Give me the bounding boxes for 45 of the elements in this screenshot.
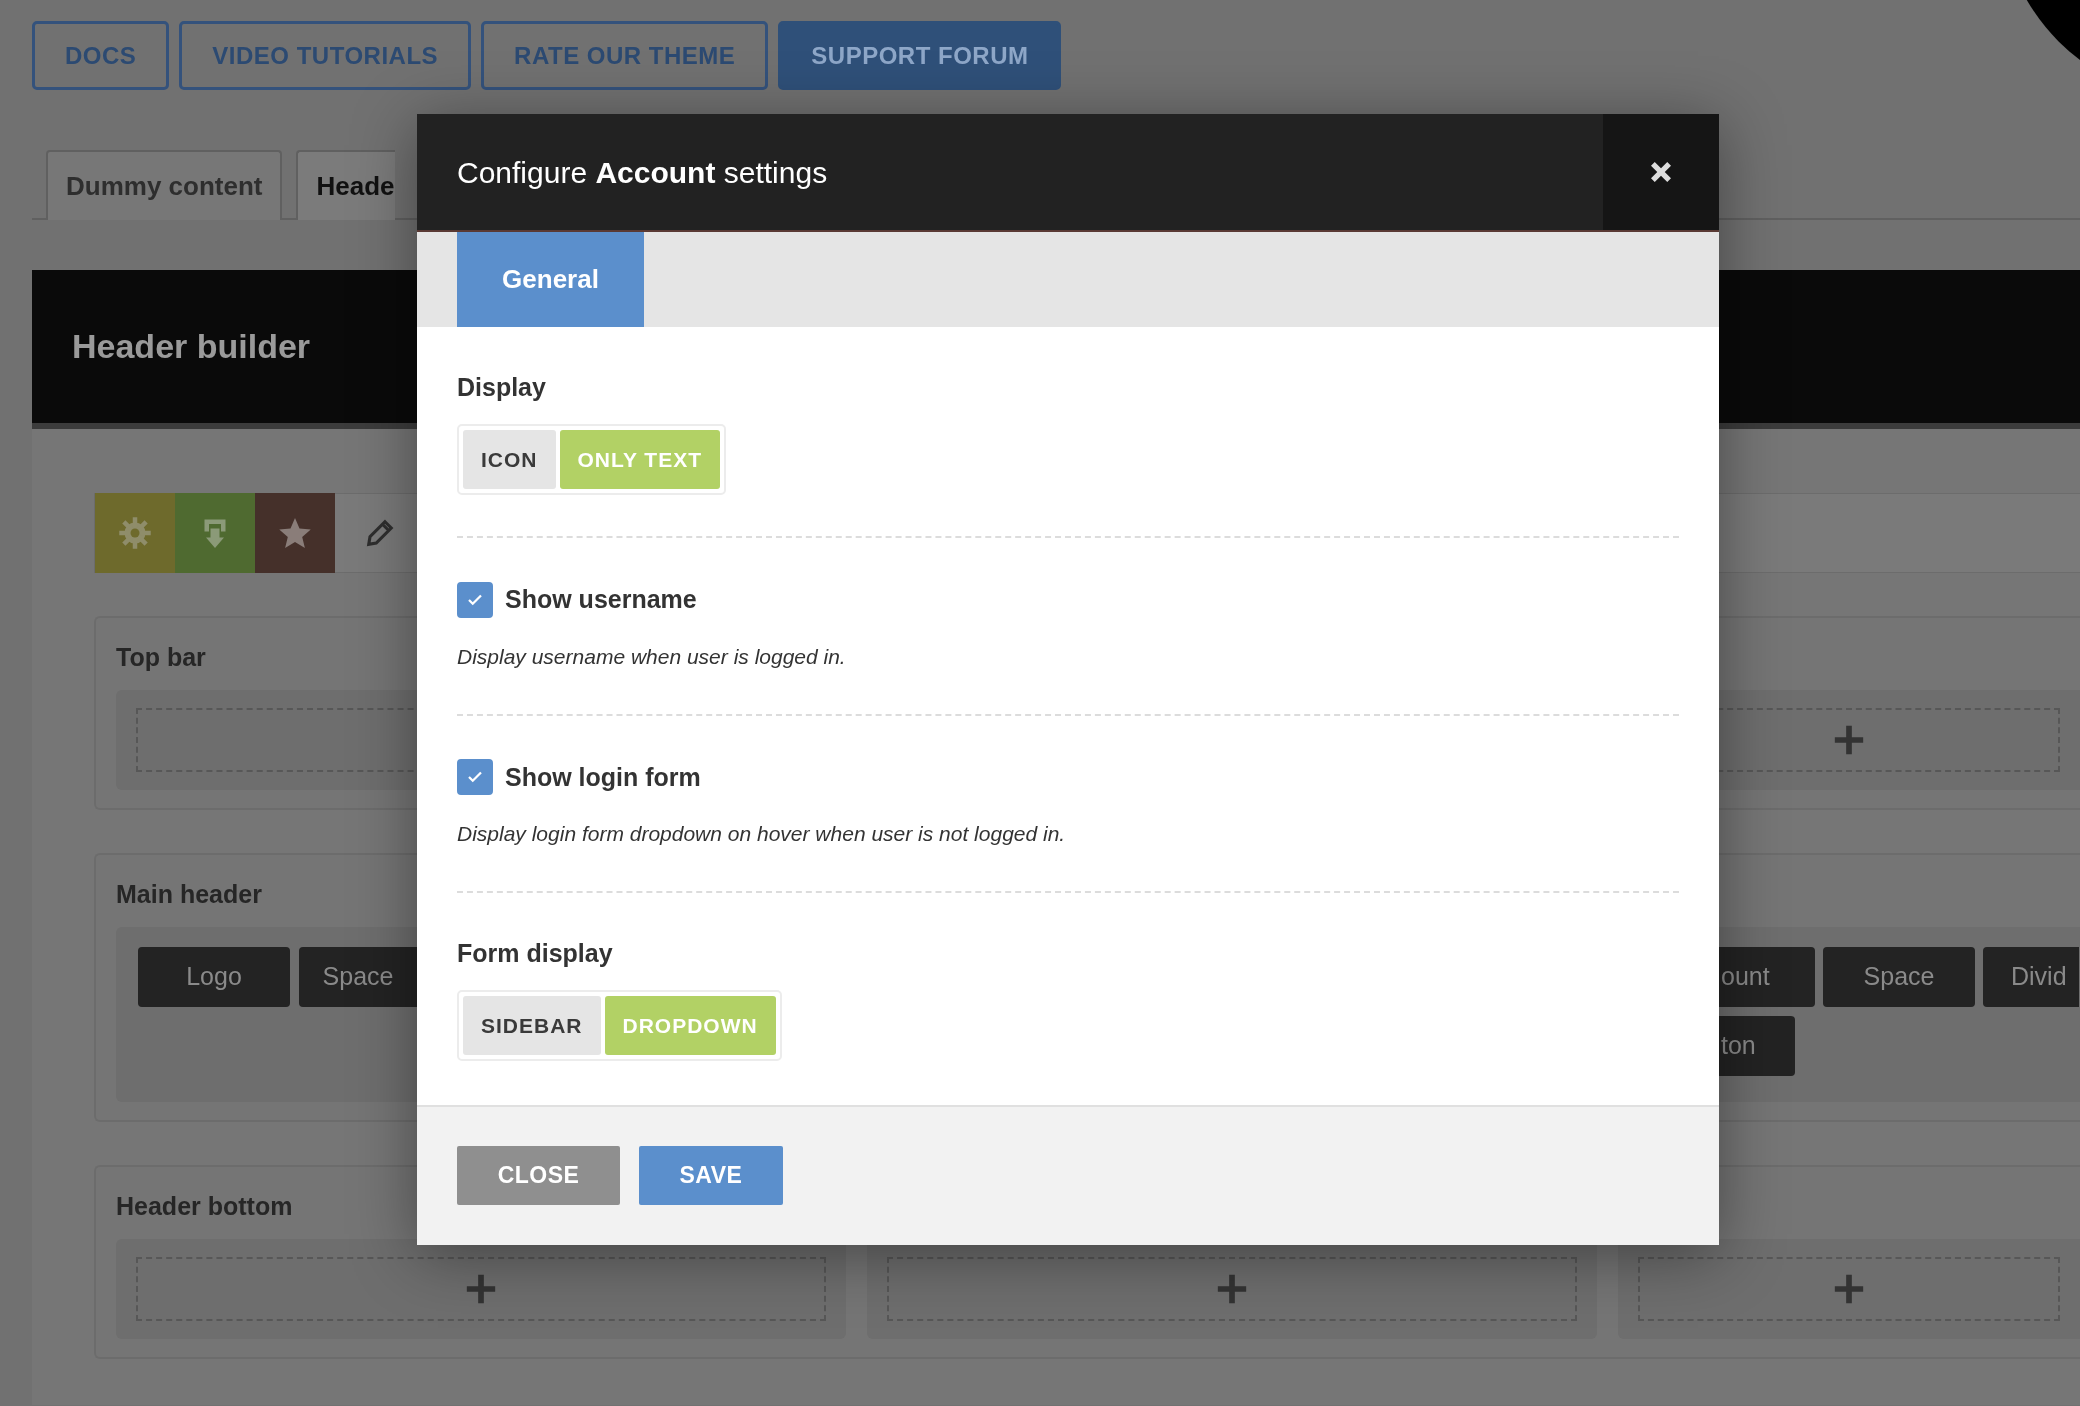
link-button[interactable]: VIDEO TUTORIALS — [179, 21, 472, 90]
checkbox-label: Show username — [505, 584, 697, 615]
tool-button[interactable] — [175, 493, 255, 573]
option-button[interactable]: ONLY TEXT — [559, 430, 721, 489]
plus-icon — [1832, 1272, 1866, 1306]
setting-label: Form display — [457, 938, 613, 968]
tool-button[interactable] — [95, 493, 175, 573]
pencil-icon — [365, 518, 395, 548]
setting-label: Display — [457, 372, 546, 402]
header-element[interactable]: ount — [1719, 947, 1815, 1007]
panel-title: Header bottom — [116, 1191, 293, 1221]
option-button[interactable]: ICON — [463, 430, 556, 489]
setting-description: Display login form dropdown on hover when user is not logged in. — [457, 821, 1066, 847]
save-button[interactable]: SAVE — [639, 1146, 783, 1205]
drop-area[interactable] — [1638, 1257, 2060, 1321]
close-button[interactable]: CLOSE — [457, 1146, 620, 1205]
dialog-tab[interactable]: General — [457, 232, 644, 327]
header-element[interactable]: Divid — [1983, 947, 2079, 1007]
plus-icon — [1832, 723, 1866, 757]
plus-icon — [464, 1272, 498, 1306]
option-button[interactable]: SIDEBAR — [463, 996, 601, 1055]
setting-description: Display username when user is logged in. — [457, 643, 846, 670]
panel-title: Top bar — [116, 642, 206, 672]
close-button[interactable] — [1603, 114, 1719, 230]
link-button[interactable]: DOCS — [32, 21, 170, 90]
gear-icon — [117, 515, 153, 551]
panel-title: Main header — [116, 879, 262, 909]
checkbox-label: Show login form — [505, 761, 701, 793]
support-button[interactable]: SUPPORT FORUM — [778, 21, 1062, 90]
page-tab[interactable]: Heade — [296, 150, 396, 220]
builder-title: Header builder — [72, 326, 311, 367]
header-element[interactable]: Logo — [138, 947, 290, 1007]
header-element[interactable]: Space — [299, 947, 417, 1007]
link-button[interactable]: RATE OUR THEME — [481, 21, 769, 90]
plus-icon — [1215, 1272, 1249, 1306]
header-element[interactable]: ton — [1719, 1016, 1795, 1076]
option-button[interactable]: DROPDOWN — [604, 996, 776, 1055]
dialog-title: Configure Account settings — [456, 155, 829, 191]
header-element[interactable]: Space — [1823, 947, 1975, 1007]
checkbox[interactable] — [457, 759, 493, 796]
drop-area[interactable] — [136, 1257, 826, 1321]
checkbox[interactable] — [457, 581, 493, 618]
page-tab[interactable]: Dummy content — [46, 150, 283, 220]
tool-button[interactable] — [255, 493, 335, 573]
drop-area[interactable] — [887, 1257, 1577, 1321]
